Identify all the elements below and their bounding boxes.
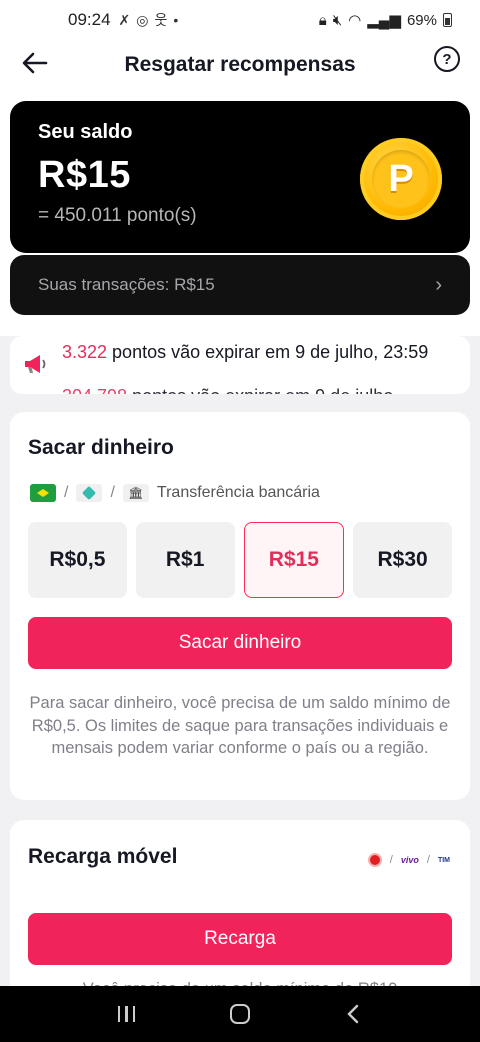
amount-option[interactable]: R$0,5 — [28, 522, 127, 598]
withdraw-card: Sacar dinheiro / / 🏛︎ Transferência banc… — [10, 412, 470, 800]
pix-icon — [76, 484, 103, 502]
home-icon — [229, 1004, 250, 1024]
expiry-points-1: 3.322 — [62, 342, 108, 362]
help-button[interactable]: ? — [434, 46, 460, 72]
missed-call-icon: ✗ — [118, 11, 131, 28]
withdraw-button[interactable]: Sacar dinheiro — [28, 617, 452, 669]
amount-option-selected[interactable]: R$15 — [243, 522, 345, 598]
expiry-notice[interactable]: 3.322 pontos vão expirar em 9 de julho, … — [10, 336, 470, 394]
separator: / — [110, 484, 115, 501]
recharge-button[interactable]: Recarga — [28, 913, 452, 965]
brazil-flag-icon — [30, 484, 56, 502]
status-time: 09:24 — [68, 10, 111, 29]
carrier-logos: / vivo / TIM — [367, 853, 450, 867]
chevron-left-icon — [347, 1004, 359, 1024]
lock-icon: 🔒︎ — [318, 11, 327, 29]
person-icon: 웃 — [154, 12, 168, 28]
dot-icon: • — [173, 12, 179, 28]
signal-icon: ▂▄▆ — [367, 12, 401, 29]
bank-icon: 🏛︎ — [122, 484, 149, 502]
system-nav-bar — [0, 986, 480, 1042]
expiry-line-2: 304.798 pontos vão expirar em 9 de julho — [62, 386, 393, 394]
recharge-title: Recarga móvel — [28, 845, 178, 868]
page-title: Resgatar recompensas — [124, 53, 356, 76]
amount-option[interactable]: R$30 — [353, 522, 452, 598]
expiry-points-2: 304.798 — [62, 386, 127, 394]
wifi-icon: ◠ — [348, 12, 362, 29]
app-header: Resgatar recompensas ? — [0, 40, 480, 90]
megaphone-icon — [25, 355, 46, 373]
amount-option[interactable]: R$1 — [135, 522, 235, 598]
home-button[interactable] — [225, 999, 255, 1029]
battery-icon — [443, 13, 452, 27]
bank-transfer-label: Transferência bancária — [156, 484, 320, 501]
amount-options: R$0,5 R$1 R$15 R$30 — [28, 522, 452, 598]
chevron-right-icon: › — [435, 273, 442, 296]
expiry-line-1: 3.322 pontos vão expirar em 9 de julho, … — [62, 342, 428, 363]
vivo-logo: vivo — [400, 855, 419, 865]
notification-icons: ✗ ◎ 웃 • — [119, 10, 179, 30]
transactions-row[interactable]: Suas transações: R$15 › — [10, 255, 470, 315]
recent-apps-button[interactable] — [112, 999, 142, 1029]
balance-card: Seu saldo R$15 = 450.011 ponto(s) P — [10, 101, 470, 253]
withdraw-title: Sacar dinheiro — [28, 436, 174, 459]
transactions-label: Suas transações: R$15 — [38, 275, 215, 294]
coin-icon: P — [360, 138, 442, 220]
system-icons: 🔒︎ 🔇︎ ◠ ▂▄▆ 69% — [319, 11, 452, 29]
separator: / — [389, 854, 393, 866]
balance-label: Seu saldo — [38, 121, 133, 143]
tim-logo: TIM — [437, 856, 450, 864]
nav-back-button[interactable] — [338, 999, 368, 1029]
expiry-text-2: pontos vão expirar em 9 de julho — [127, 386, 393, 394]
separator: / — [426, 854, 430, 866]
claro-logo-icon — [367, 853, 382, 867]
expiry-text-1: pontos vão expirar em 9 de julho, 23:59 — [107, 342, 429, 362]
arrow-left-icon — [22, 52, 48, 74]
separator: / — [64, 484, 69, 501]
mute-icon: 🔇︎ — [332, 11, 343, 29]
back-button[interactable] — [18, 46, 52, 80]
withdraw-hint: Para sacar dinheiro, você precisa de um … — [29, 694, 451, 757]
coin-notification-icon: ◎ — [136, 11, 149, 28]
battery-level: 69% — [406, 11, 437, 29]
status-bar: 09:24 ✗ ◎ 웃 • 🔒︎ 🔇︎ ◠ ▂▄▆ 69% — [0, 0, 480, 40]
coin-letter: P — [372, 150, 430, 208]
payment-methods: / / 🏛︎ Transferência bancária — [30, 484, 320, 502]
